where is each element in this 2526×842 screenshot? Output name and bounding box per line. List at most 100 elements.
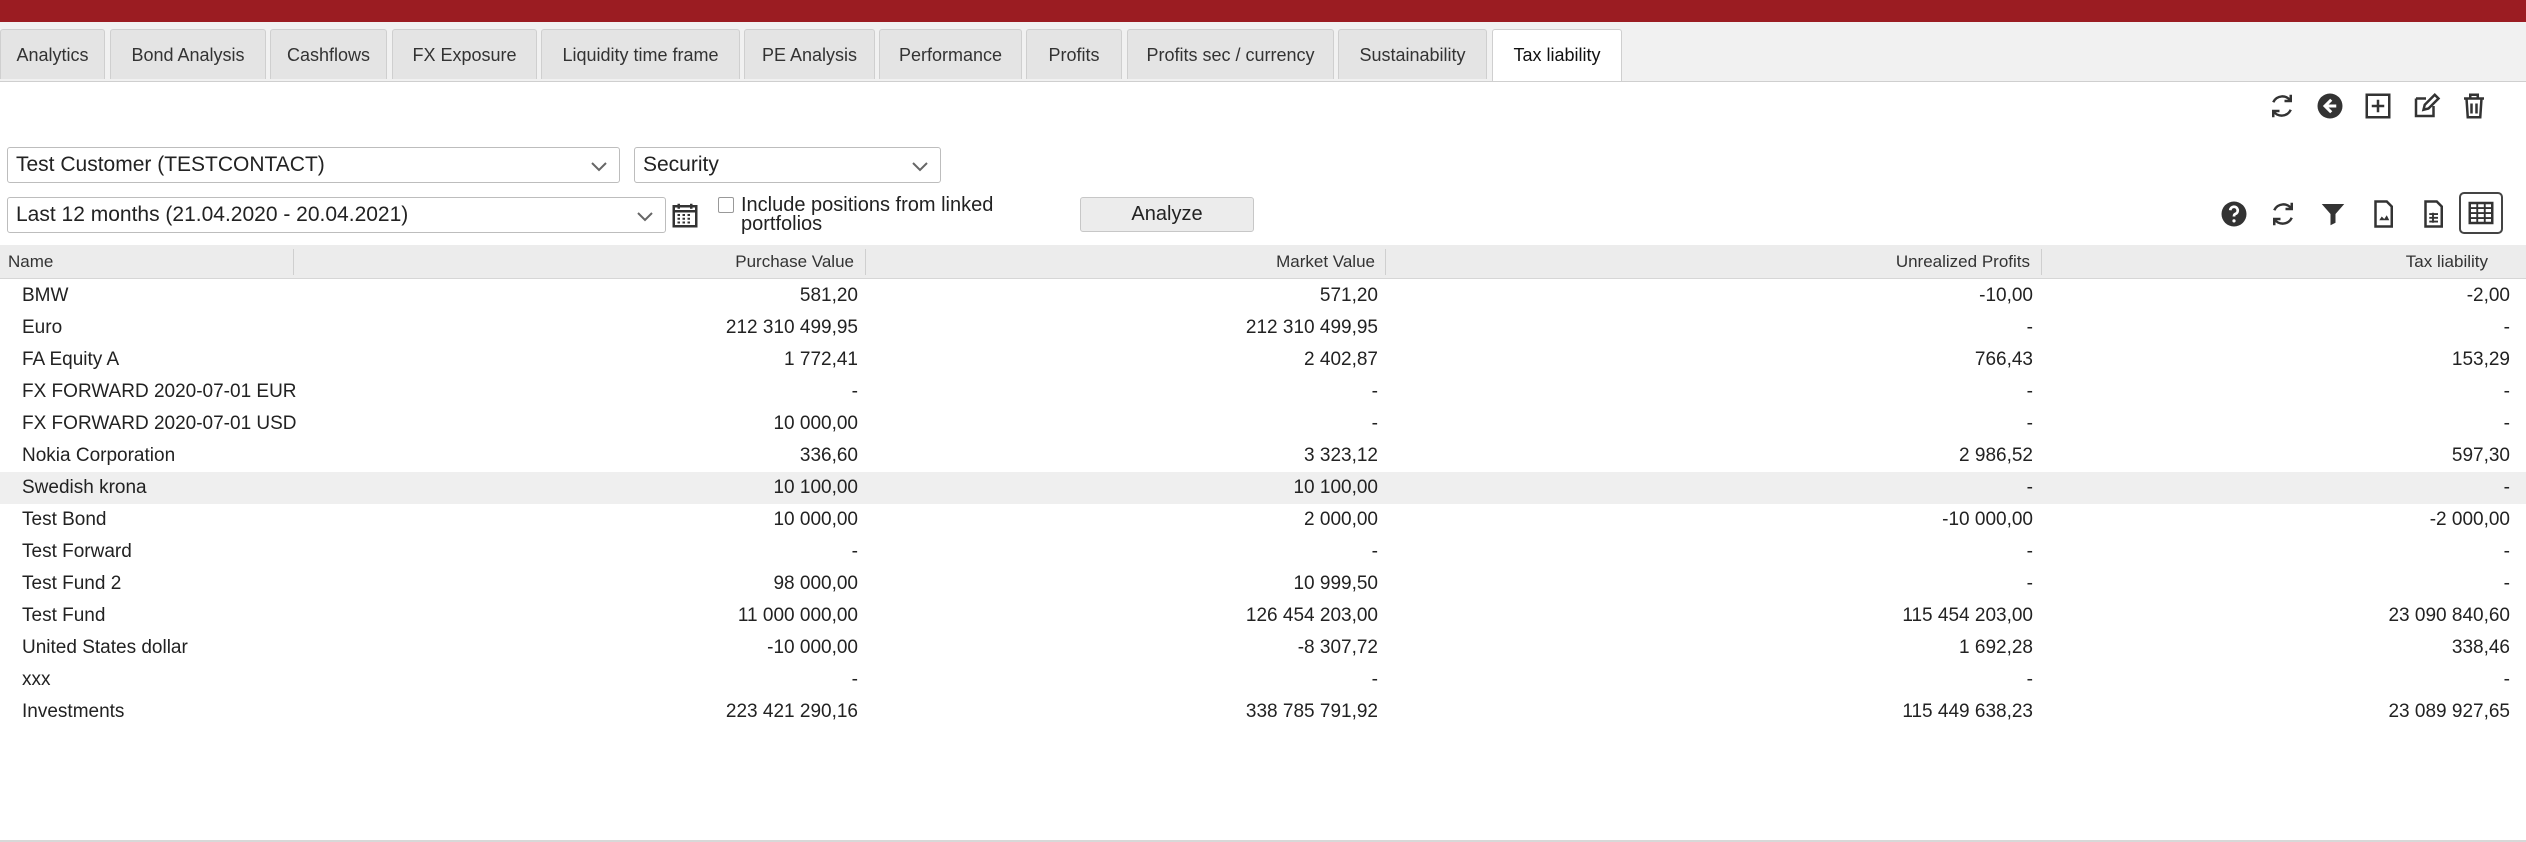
row-market-value: 10 999,50 xyxy=(1293,573,1378,594)
row-market-value: - xyxy=(1371,541,1378,562)
row-name: BMW xyxy=(22,285,69,306)
row-unrealized-profits: -10,00 xyxy=(1979,285,2033,306)
row-tax-liability: - xyxy=(2503,669,2510,690)
calendar-icon[interactable] xyxy=(668,198,702,232)
column-header-market-value[interactable]: Market Value xyxy=(870,245,1375,278)
row-unrealized-profits: 1 692,28 xyxy=(1959,637,2033,658)
chevron-down-icon xyxy=(637,212,653,222)
chevron-down-icon xyxy=(912,162,928,172)
column-separator xyxy=(865,249,866,275)
row-market-value: 126 454 203,00 xyxy=(1245,605,1378,626)
row-tax-liability: - xyxy=(2503,317,2510,338)
row-tax-liability: 23 090 840,60 xyxy=(2388,605,2510,626)
include-linked-label-line2: portfolios xyxy=(741,213,823,235)
table-row[interactable]: BMW 581,20 571,20 -10,00 -2,00 xyxy=(0,280,2526,312)
row-name: xxx xyxy=(22,669,51,690)
row-purchase-value: - xyxy=(851,669,858,690)
excel-export-icon[interactable] xyxy=(2416,197,2450,231)
table-row[interactable]: Euro 212 310 499,95 212 310 499,95 - - xyxy=(0,312,2526,344)
tab-tax-liability[interactable]: Tax liability xyxy=(1492,29,1622,81)
table-header: Name Purchase Value Market Value Unreali… xyxy=(0,245,2526,279)
include-linked-checkbox[interactable] xyxy=(718,197,734,213)
column-separator xyxy=(2041,249,2042,275)
row-unrealized-profits: - xyxy=(2026,477,2033,498)
row-market-value: 3 323,12 xyxy=(1304,445,1378,466)
table-row[interactable]: Test Fund 2 98 000,00 10 999,50 - - xyxy=(0,568,2526,600)
customer-select[interactable]: Test Customer (TESTCONTACT) xyxy=(7,147,620,183)
trash-icon[interactable] xyxy=(2457,89,2491,123)
table-row[interactable]: FA Equity A 1 772,41 2 402,87 766,43 153… xyxy=(0,344,2526,376)
row-name: Euro xyxy=(22,317,63,338)
tab-bond-analysis[interactable]: Bond Analysis xyxy=(110,29,266,79)
row-unrealized-profits: 115 454 203,00 xyxy=(1902,605,2033,626)
column-header-unrealized-profits[interactable]: Unrealized Profits xyxy=(1390,245,2030,278)
row-tax-liability: - xyxy=(2503,573,2510,594)
tax-liability-panel: Test Customer (TESTCONTACT) Security Las… xyxy=(0,81,2526,842)
row-purchase-value: 10 000,00 xyxy=(773,509,858,530)
filter-icon[interactable] xyxy=(2316,197,2350,231)
tab-performance[interactable]: Performance xyxy=(879,29,1022,79)
refresh-icon[interactable] xyxy=(2266,197,2300,231)
row-purchase-value: - xyxy=(851,381,858,402)
row-market-value: - xyxy=(1371,669,1378,690)
row-unrealized-profits: - xyxy=(2026,669,2033,690)
row-purchase-value: 11 000 000,00 xyxy=(737,605,858,626)
analyze-button[interactable]: Analyze xyxy=(1080,197,1254,232)
row-purchase-value: 581,20 xyxy=(799,285,858,306)
row-tax-liability: 23 089 927,65 xyxy=(2388,701,2510,722)
row-name: Test Fund 2 xyxy=(22,573,122,594)
row-purchase-value: 10 100,00 xyxy=(773,477,858,498)
column-separator xyxy=(1385,249,1386,275)
table-row[interactable]: FX FORWARD 2020-07-01 EUR - - - - xyxy=(0,376,2526,408)
row-name: FX FORWARD 2020-07-01 EUR xyxy=(22,381,297,402)
customer-select-value: Test Customer (TESTCONTACT) xyxy=(16,153,325,176)
row-unrealized-profits: -10 000,00 xyxy=(1942,509,2033,530)
tab-profits-sec-currency[interactable]: Profits sec / currency xyxy=(1127,29,1334,79)
row-tax-liability: - xyxy=(2503,381,2510,402)
tab-cashflows[interactable]: Cashflows xyxy=(270,29,387,79)
help-icon[interactable] xyxy=(2217,197,2251,231)
period-select-value: Last 12 months (21.04.2020 - 20.04.2021) xyxy=(16,203,409,226)
refresh-icon[interactable] xyxy=(2265,89,2299,123)
table-row[interactable]: United States dollar -10 000,00 -8 307,7… xyxy=(0,632,2526,664)
row-market-value: - xyxy=(1371,413,1378,434)
tab-liquidity-time-frame[interactable]: Liquidity time frame xyxy=(541,29,740,79)
back-arrow-icon[interactable] xyxy=(2313,89,2347,123)
table-row[interactable]: Test Bond 10 000,00 2 000,00 -10 000,00 … xyxy=(0,504,2526,536)
top-accent-bar xyxy=(0,0,2526,22)
row-tax-liability: -2,00 xyxy=(2466,285,2510,306)
tab-sustainability[interactable]: Sustainability xyxy=(1338,29,1487,79)
row-tax-liability: 597,30 xyxy=(2451,445,2510,466)
table-view-icon[interactable] xyxy=(2459,192,2503,234)
row-purchase-value: 10 000,00 xyxy=(773,413,858,434)
pdf-export-icon[interactable] xyxy=(2366,197,2400,231)
row-market-value: 2 000,00 xyxy=(1304,509,1378,530)
row-unrealized-profits: - xyxy=(2026,413,2033,434)
table-row[interactable]: Test Fund 11 000 000,00 126 454 203,00 1… xyxy=(0,600,2526,632)
period-select[interactable]: Last 12 months (21.04.2020 - 20.04.2021) xyxy=(7,197,666,233)
column-header-purchase-value[interactable]: Purchase Value xyxy=(300,245,854,278)
row-purchase-value: 98 000,00 xyxy=(773,573,858,594)
table-row[interactable]: Swedish krona 10 100,00 10 100,00 - - xyxy=(0,472,2526,504)
table-total-row[interactable]: Investments 223 421 290,16 338 785 791,9… xyxy=(0,696,2526,728)
row-name: FX FORWARD 2020-07-01 USD xyxy=(22,413,297,434)
edit-icon[interactable] xyxy=(2409,89,2443,123)
row-purchase-value: 1 772,41 xyxy=(784,349,858,370)
column-header-tax-liability[interactable]: Tax liability xyxy=(2046,245,2488,278)
grouping-select[interactable]: Security xyxy=(634,147,941,183)
table-row[interactable]: xxx - - - - xyxy=(0,664,2526,696)
row-tax-liability: - xyxy=(2503,541,2510,562)
row-unrealized-profits: - xyxy=(2026,317,2033,338)
row-market-value: -8 307,72 xyxy=(1297,637,1378,658)
column-header-name[interactable]: Name xyxy=(8,245,288,278)
row-purchase-value: -10 000,00 xyxy=(767,637,858,658)
table-row[interactable]: FX FORWARD 2020-07-01 USD 10 000,00 - - … xyxy=(0,408,2526,440)
add-icon[interactable] xyxy=(2361,89,2395,123)
table-row[interactable]: Test Forward - - - - xyxy=(0,536,2526,568)
tab-pe-analysis[interactable]: PE Analysis xyxy=(744,29,875,79)
row-name: Nokia Corporation xyxy=(22,445,176,466)
tab-profits[interactable]: Profits xyxy=(1026,29,1122,79)
table-row[interactable]: Nokia Corporation 336,60 3 323,12 2 986,… xyxy=(0,440,2526,472)
tab-analytics[interactable]: Analytics xyxy=(0,29,105,79)
tab-fx-exposure[interactable]: FX Exposure xyxy=(392,29,537,79)
